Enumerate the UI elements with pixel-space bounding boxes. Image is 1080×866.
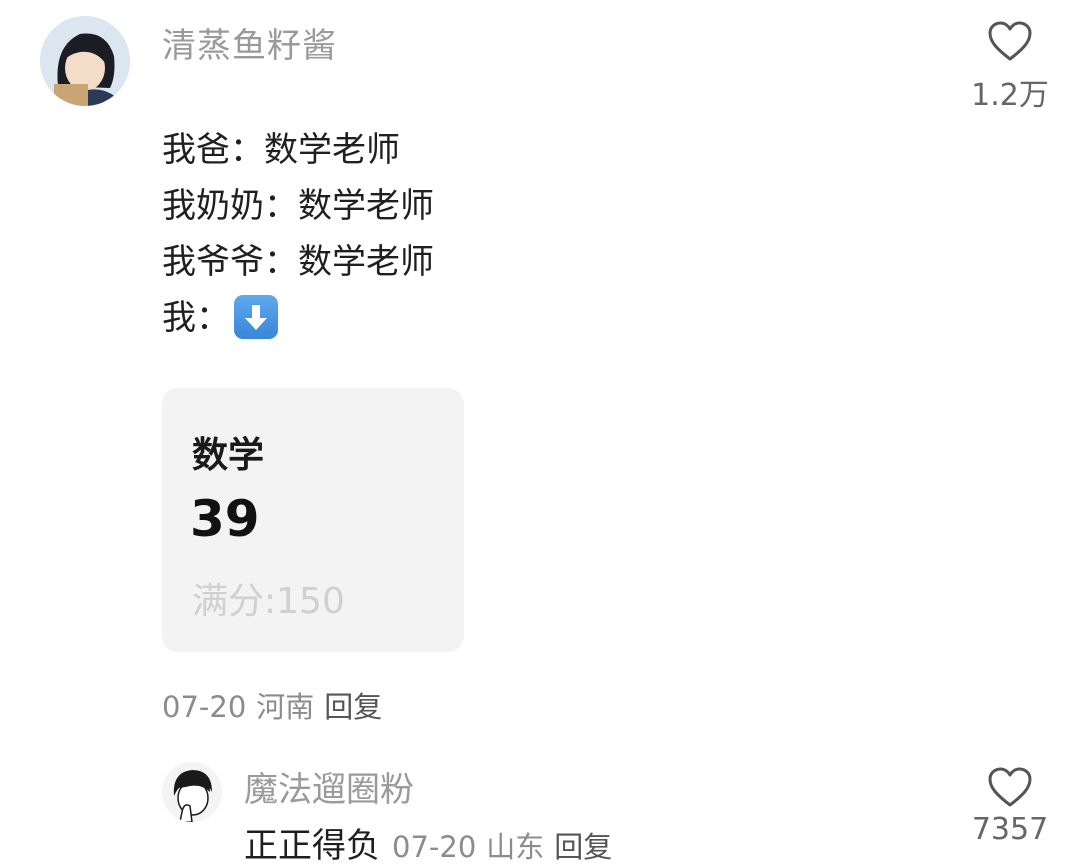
comment-section: 清蒸鱼籽酱 1.2万 我爸：数学老师 我奶奶：数学老师 我爷爷：数学老师 我： … <box>0 0 1080 866</box>
reply-username[interactable]: 魔法遛圈粉 <box>244 762 414 811</box>
reply-date: 07-20 <box>392 830 477 864</box>
reply-text: 正正得负 <box>244 826 380 866</box>
comment-line: 我爷爷：数学老师 <box>162 242 434 282</box>
reply-meta: 07-20 山东 回复 <box>392 830 622 864</box>
heart-icon[interactable] <box>987 20 1033 62</box>
avatar[interactable] <box>40 16 130 106</box>
heart-icon[interactable] <box>987 766 1033 808</box>
reply-like-button[interactable]: 7357 <box>970 766 1050 847</box>
reply-location: 山东 <box>486 830 545 864</box>
reply-button[interactable]: 回复 <box>554 830 612 864</box>
comment-location: 河南 <box>256 690 315 724</box>
avatar-illustration <box>162 762 222 822</box>
down-arrow-emoji-icon <box>234 294 278 339</box>
comment-meta: 07-20 河南 回复 <box>162 684 392 726</box>
full-score: 满分:150 <box>192 581 345 622</box>
reply-like-count: 7357 <box>971 812 1049 847</box>
comment-text: 我爸：数学老师 我奶奶：数学老师 我爷爷：数学老师 我： <box>162 122 434 346</box>
score-value: 39 <box>190 490 260 548</box>
reply-button[interactable]: 回复 <box>324 690 382 724</box>
like-count: 1.2万 <box>971 78 1049 113</box>
comment-line-with-emoji: 我： <box>162 290 434 346</box>
avatar-illustration <box>40 16 130 106</box>
comment-username[interactable]: 清蒸鱼籽酱 <box>162 18 337 67</box>
comment-date: 07-20 <box>162 690 247 724</box>
comment-line: 我奶奶：数学老师 <box>162 186 434 226</box>
like-button[interactable]: 1.2万 <box>970 20 1050 114</box>
comment-line: 我： <box>162 298 230 338</box>
comment-line: 我爸：数学老师 <box>162 130 400 170</box>
reply-body: 正正得负 07-20 山东 回复 <box>244 818 622 866</box>
score-subject: 数学 <box>192 435 265 476</box>
score-card-image[interactable]: 数学 39 满分:150 <box>162 388 464 652</box>
reply-avatar[interactable] <box>162 762 222 822</box>
